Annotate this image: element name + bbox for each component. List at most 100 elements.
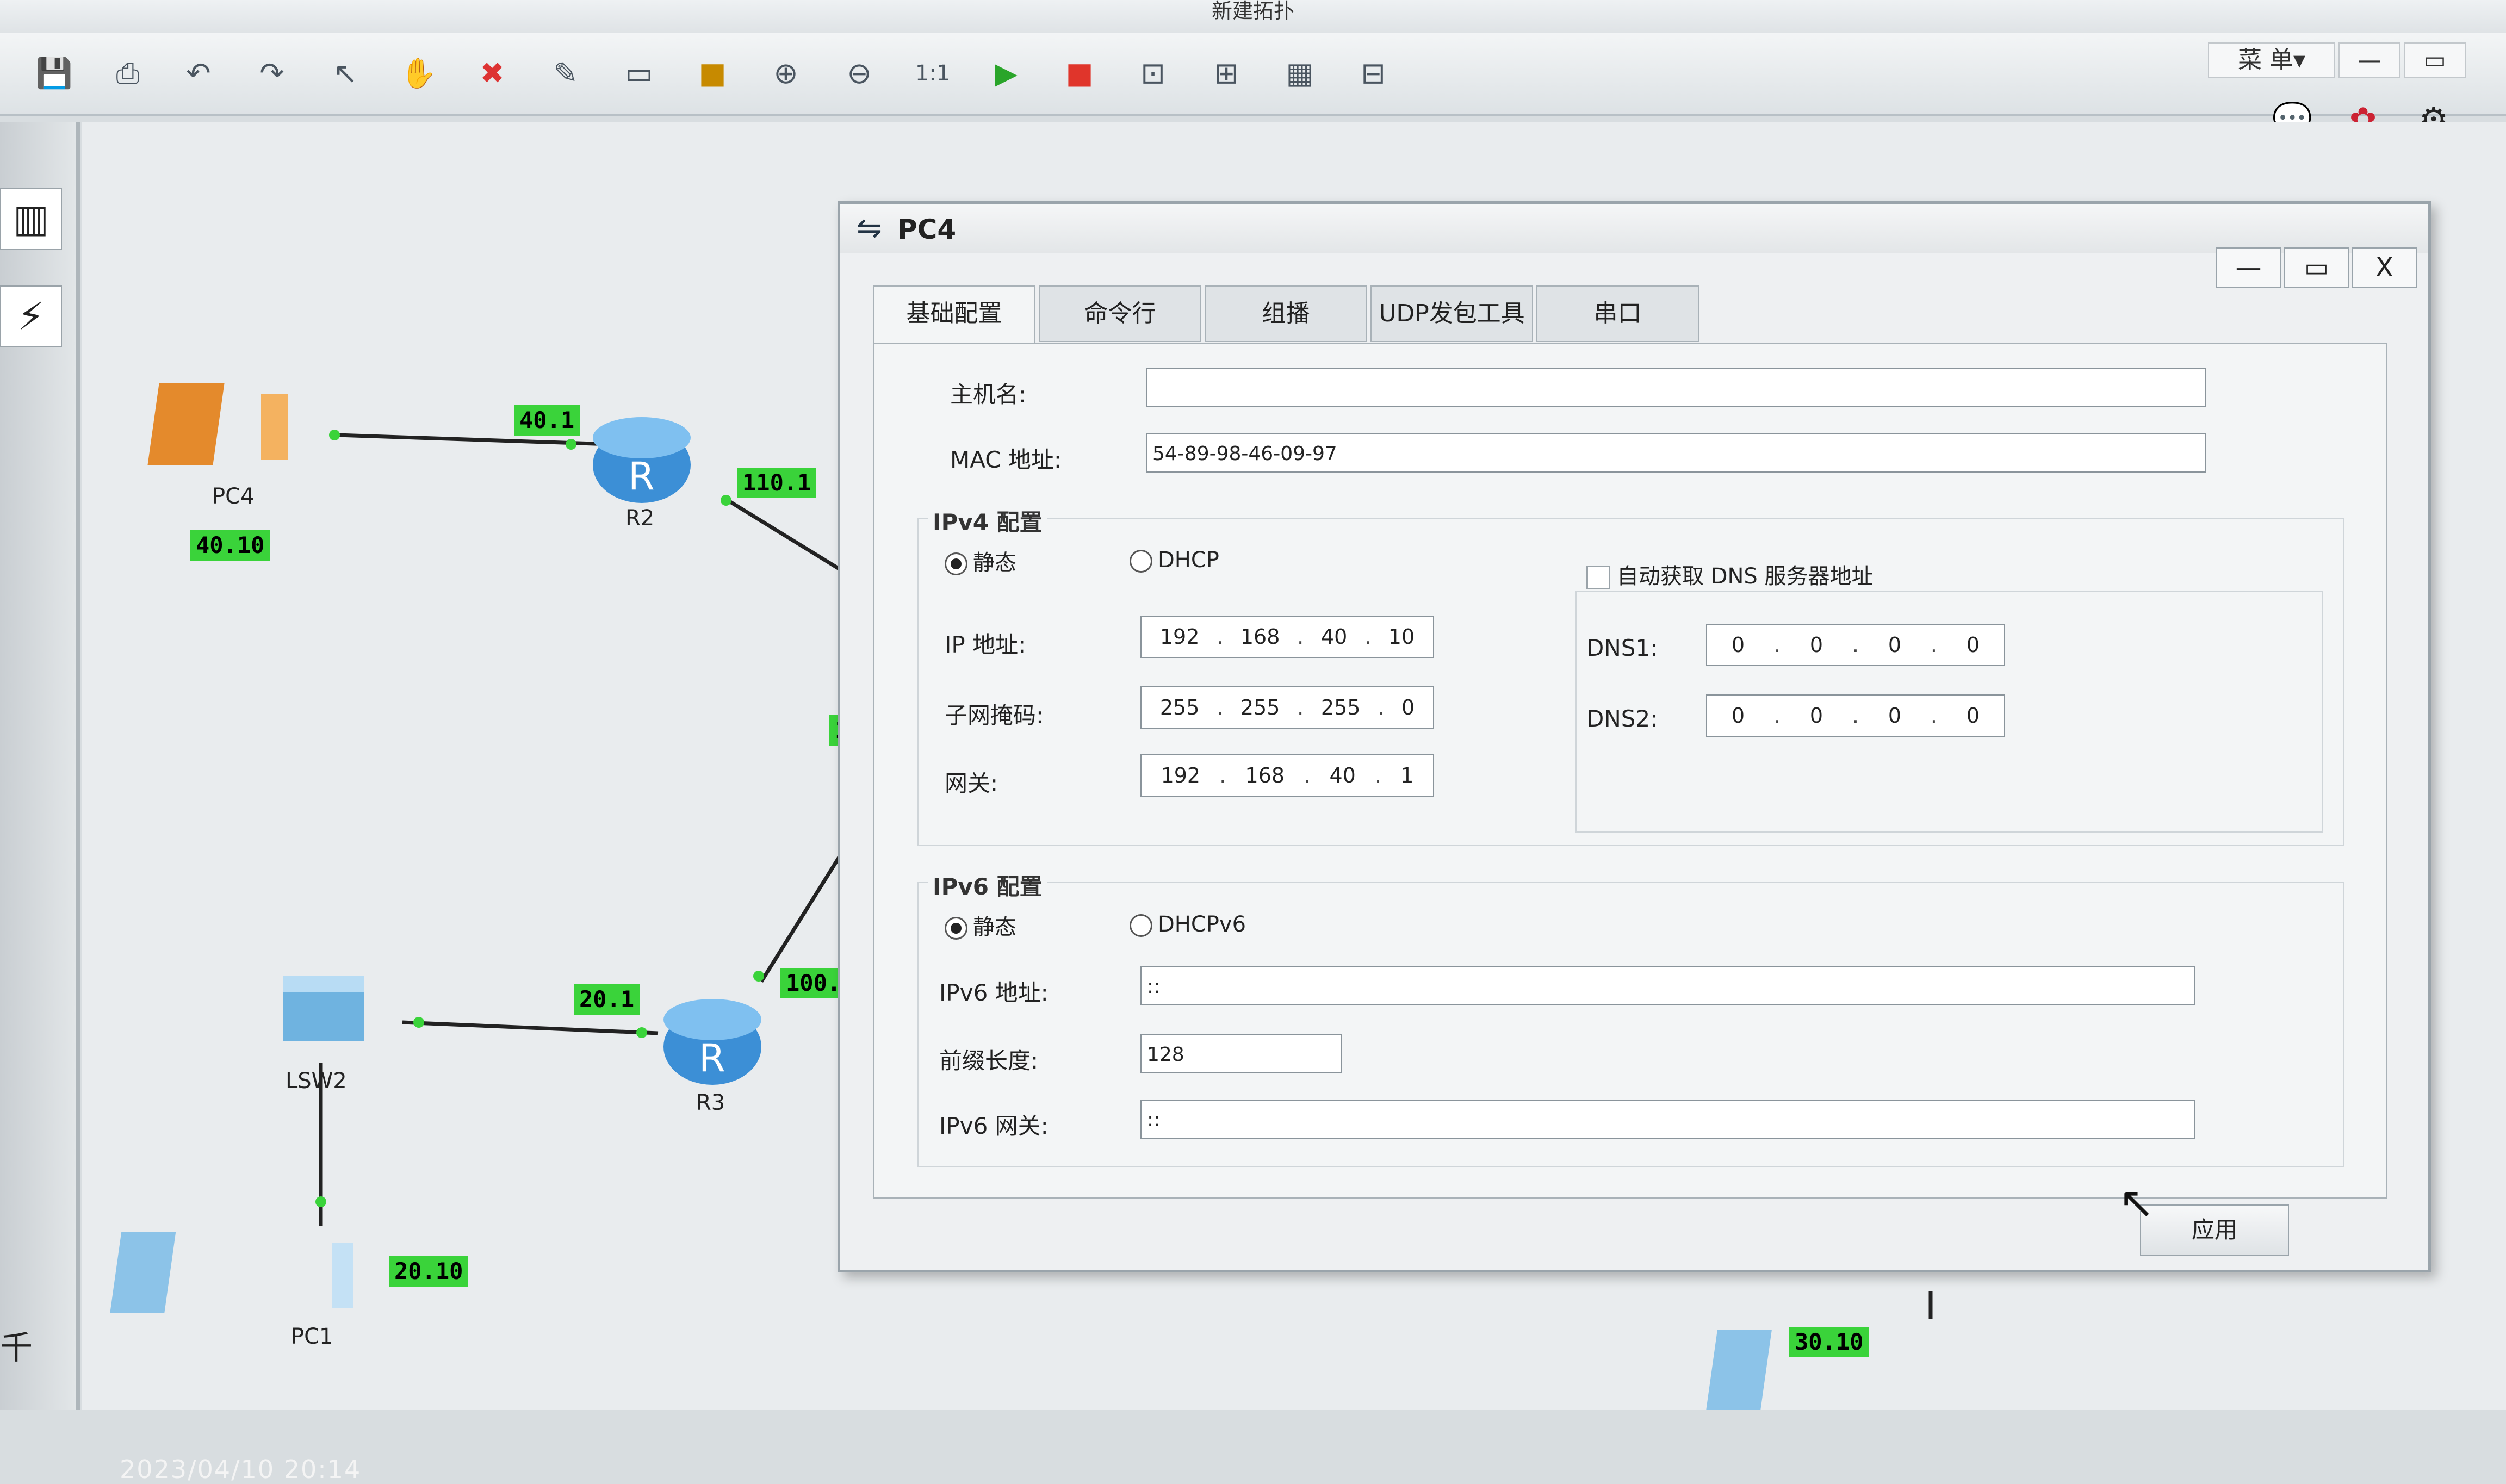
main-toolbar: 💾 ⎙ ↶ ↷ ↖ ✋ ✖ ✎ ▭ ■ ⊕ ⊖ 1:1 ▶ ■ ⊡ ⊞ ▦ ⊟ … [0,33,2506,116]
connection-icon[interactable]: ⚡ [0,285,62,347]
zoom-out-icon[interactable]: ⊖ [840,54,878,92]
ip-address-label: IP 地址: [945,631,1026,658]
gateway-input[interactable]: 192. 168. 40. 1 [1140,754,1434,797]
topology-icon[interactable]: ⊞ [1207,54,1245,92]
mouse-cursor-icon: ↖ [2118,1177,2155,1228]
apply-button[interactable]: 应用 [2140,1204,2289,1256]
subnet-mask-input[interactable]: 255. 255. 255. 0 [1140,686,1434,729]
stop-icon[interactable]: ■ [1060,54,1099,92]
app-maximize-button[interactable]: ▭ [2404,42,2466,78]
lsw2-switch-icon [283,976,364,1041]
pc4-config-dialog: ⇋ PC4 — ▭ X 基础配置 命令行 组播 UDP发包工具 串口 主机名: … [838,201,2431,1272]
palette-char: 千 [0,1329,33,1367]
prefix-length-input[interactable]: 128 [1140,1034,1342,1073]
ip-label: 110.1 [737,468,817,498]
mac-label: MAC 地址: [950,446,1062,473]
basic-config-panel: 主机名: MAC 地址: 54-89-98-46-09-97 IPv4 配置 静… [873,343,2387,1199]
device-name: PC4 [212,484,255,509]
radio-unselected-icon [1130,914,1152,937]
ipv4-dhcp-label: DHCP [1158,548,1219,573]
ipv6-dhcp-label: DHCPv6 [1158,912,1246,937]
select-icon[interactable]: ↖ [326,54,364,92]
clear-icon[interactable]: ✎ [547,54,585,92]
subnet-mask-label: 子网掩码: [945,702,1044,729]
app-title: 新建拓扑 [1211,0,1294,23]
prefix-length-label: 前缀长度: [939,1047,1039,1074]
dialog-title: PC4 [897,214,957,245]
device-palette: ▥ ⚡ 千 [0,122,80,1410]
radio-selected-icon [945,552,967,575]
capture-icon[interactable]: ⊡ [1134,54,1172,92]
svg-text:R: R [628,454,655,499]
print-icon[interactable]: ⎙ [109,54,147,92]
port-dot [721,495,731,506]
ipv6-address-input[interactable]: :: [1140,966,2195,1005]
photo-timestamp: 2023/04/10 20:14 [120,1455,362,1484]
dialog-minimize-button[interactable]: — [2216,247,2281,288]
link-lsw2-r3 [402,1020,659,1035]
hostname-label: 主机名: [950,381,1027,408]
ipv4-group-title: IPv4 配置 [928,504,1047,537]
grid-icon[interactable]: ▦ [1281,54,1319,92]
dns1-label: DNS1: [1586,635,1658,661]
ipv6-gateway-label: IPv6 网关: [939,1113,1049,1139]
gateway-label: 网关: [945,770,998,797]
port-dot [413,1017,424,1028]
tab-multicast[interactable]: 组播 [1205,285,1367,342]
fit-icon[interactable]: 1:1 [914,54,952,92]
ipv4-dhcp-radio[interactable]: DHCP [1130,548,1219,573]
dialog-close-button[interactable]: X [2352,247,2417,288]
dialog-titlebar[interactable]: ⇋ PC4 [840,204,2428,253]
device-category-icon[interactable]: ▥ [0,188,62,250]
ipv6-static-radio[interactable]: 静态 [945,909,1016,941]
ip-address-input[interactable]: 192. 168. 40. 10 [1140,616,1434,658]
tab-serial[interactable]: 串口 [1536,285,1699,342]
ipv6-address-label: IPv6 地址: [939,979,1049,1006]
tab-udp-tool[interactable]: UDP发包工具 [1370,285,1533,342]
redo-icon[interactable]: ↷ [253,54,291,92]
pan-icon[interactable]: ✋ [400,54,438,92]
svg-text:R: R [699,1036,725,1081]
text-icon[interactable]: ▭ [620,54,658,92]
ip-label: 20.1 [574,984,640,1015]
r3-router-icon: R [663,999,761,1085]
port-dot [329,430,340,440]
delete-icon[interactable]: ✖ [473,54,511,92]
undo-icon[interactable]: ↶ [179,54,218,92]
port-dot [636,1027,647,1038]
device-name: PC1 [291,1324,333,1349]
mac-input[interactable]: 54-89-98-46-09-97 [1146,433,2206,473]
device-name: R2 [625,506,655,531]
auto-dns-checkbox[interactable]: 自动获取 DNS 服务器地址 [1586,558,1874,590]
ipv4-static-radio[interactable]: 静态 [945,545,1016,576]
pc-icon: ⇋ [857,210,882,246]
dns2-label: DNS2: [1586,705,1658,732]
pc1-device-icon [110,1232,353,1313]
app-minimize-button[interactable]: — [2338,42,2400,78]
ipv6-dhcp-radio[interactable]: DHCPv6 [1130,912,1246,937]
save-icon[interactable]: 💾 [35,54,73,92]
radio-selected-icon [945,917,967,940]
port-dot [753,971,764,982]
device-name: R3 [696,1090,725,1115]
tab-command-line[interactable]: 命令行 [1039,285,1201,342]
port-dot [566,439,576,450]
dns1-input[interactable]: 0.0.0.0 [1706,624,2005,666]
start-icon[interactable]: ▶ [987,54,1025,92]
auto-dns-label: 自动获取 DNS 服务器地址 [1617,564,1874,589]
close-topology-icon[interactable]: ⊟ [1354,54,1392,92]
device-name: LSW2 [286,1069,347,1094]
pc-bottom-device-icon [1705,1330,1772,1410]
ipv6-static-label: 静态 [973,915,1016,940]
menu-button[interactable]: 菜 单▾ [2208,42,2335,78]
zoom-in-icon[interactable]: ⊕ [767,54,805,92]
hostname-input[interactable] [1146,368,2206,407]
dialog-maximize-button[interactable]: ▭ [2284,247,2349,288]
pc4-device-icon [147,383,288,465]
tab-basic-config[interactable]: 基础配置 [873,285,1035,344]
r2-router-icon: R [593,417,691,503]
dns2-input[interactable]: 0.0.0.0 [1706,694,2005,737]
ip-label: 40.1 [514,405,580,436]
ipv6-gateway-input[interactable]: :: [1140,1100,2195,1139]
rectangle-icon[interactable]: ■ [693,54,731,92]
